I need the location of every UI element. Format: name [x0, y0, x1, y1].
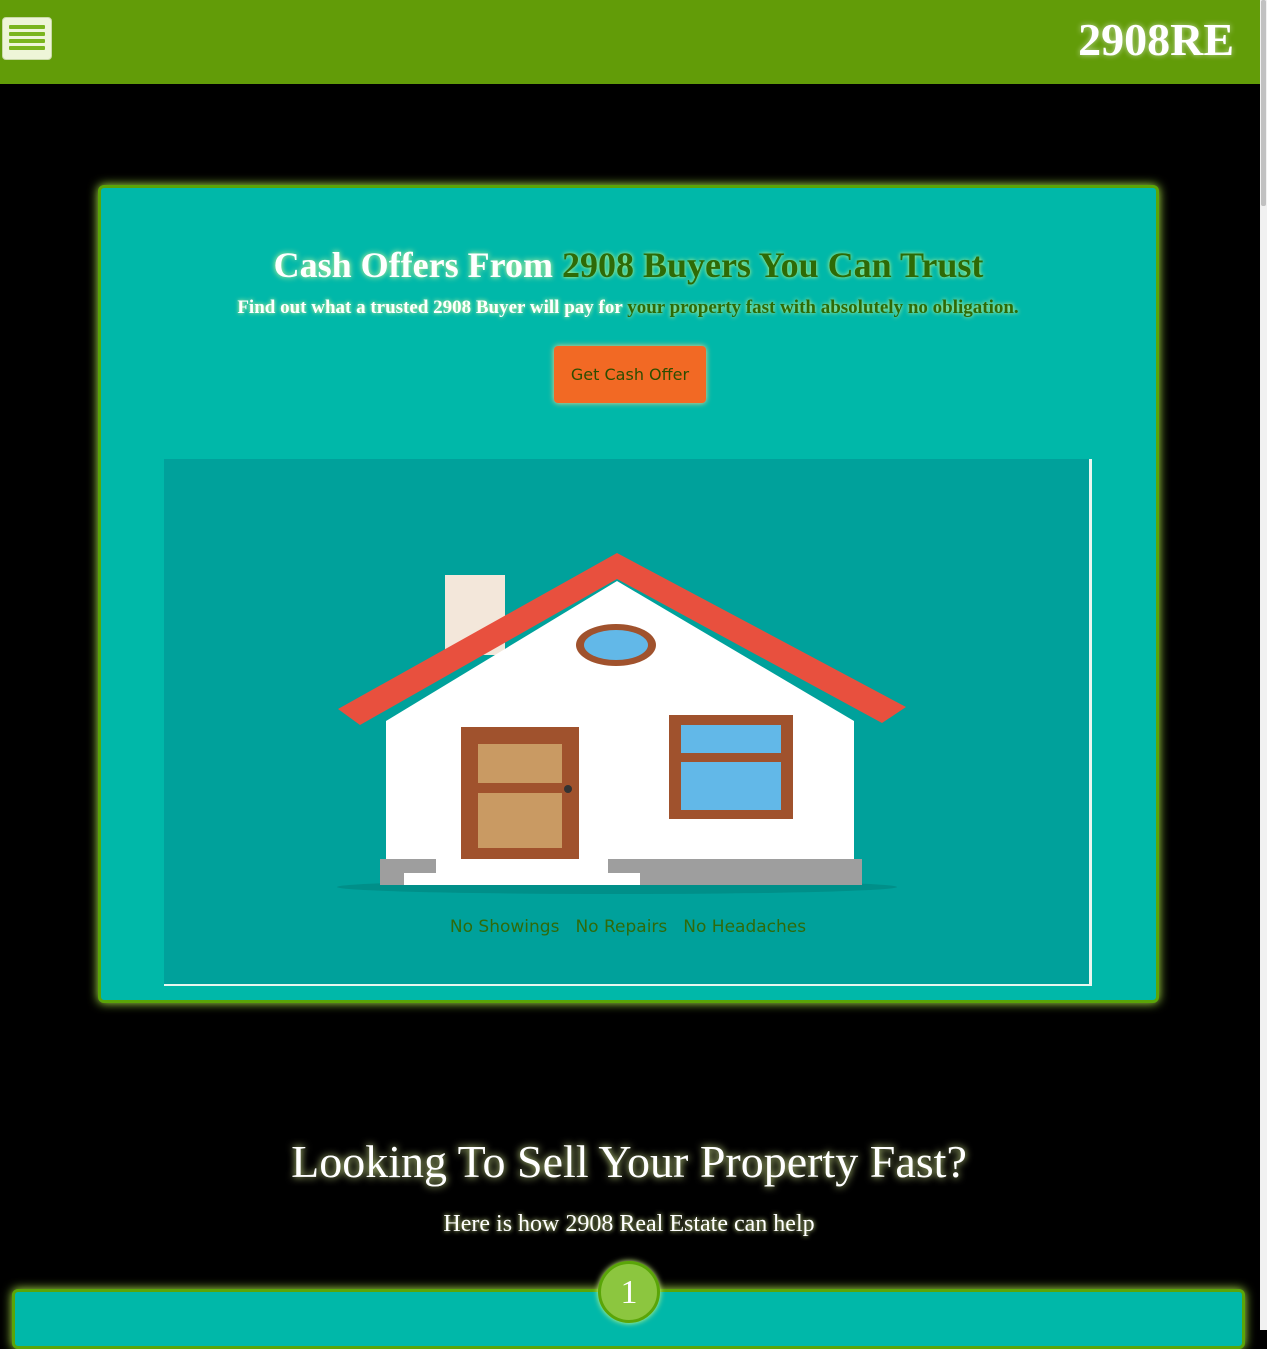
perk-no-repairs: No Repairs: [575, 917, 668, 937]
hamburger-icon-bar: [9, 39, 45, 43]
section-title: Looking To Sell Your Property Fast?: [291, 1136, 967, 1187]
house-illustration-panel: No Showings No Repairs No Headaches: [164, 459, 1092, 986]
attic-window: [584, 630, 648, 660]
scrollbar-thumb[interactable]: [1261, 0, 1266, 206]
get-cash-offer-button[interactable]: Get Cash Offer: [554, 346, 706, 403]
door-panel-top: [478, 744, 562, 783]
house-illustration: [337, 553, 906, 894]
hero-subtitle-part1: Find out what a trusted 2908 Buyer will …: [237, 297, 628, 318]
hero-title-highlight: 2908 Buyers You Can Trust: [561, 245, 984, 285]
hamburger-menu-button[interactable]: [2, 17, 52, 60]
hamburger-icon-bar: [9, 46, 45, 50]
porch-step-top: [436, 859, 608, 873]
door-panel-bottom: [478, 793, 562, 848]
perk-no-headaches: No Headaches: [683, 917, 807, 937]
brand-logo[interactable]: 2908RE: [1078, 14, 1234, 66]
section-subtitle: Here is how 2908 Real Estate can help: [443, 1211, 815, 1237]
window-pane-top: [681, 725, 781, 753]
hamburger-icon-bar: [9, 32, 45, 36]
window-pane-bottom: [681, 762, 781, 810]
hero-subtitle-highlight: your property fast with absolutely no ob…: [627, 297, 1019, 318]
step-number-badge: 1: [598, 1261, 660, 1323]
perks-list: No Showings No Repairs No Headaches: [164, 917, 1092, 937]
hero-card: Cash Offers From 2908 Buyers You Can Tru…: [98, 185, 1159, 1003]
hero-title: Cash Offers From 2908 Buyers You Can Tru…: [101, 244, 1156, 286]
hero-subtitle: Find out what a trusted 2908 Buyer will …: [167, 297, 1089, 319]
door-knob: [564, 785, 572, 793]
hamburger-icon-bar: [9, 25, 45, 29]
porch-step-bottom: [404, 873, 640, 885]
top-header: 2908RE: [0, 0, 1260, 84]
perk-no-showings: No Showings: [449, 917, 560, 937]
hero-title-part1: Cash Offers From: [273, 245, 562, 285]
